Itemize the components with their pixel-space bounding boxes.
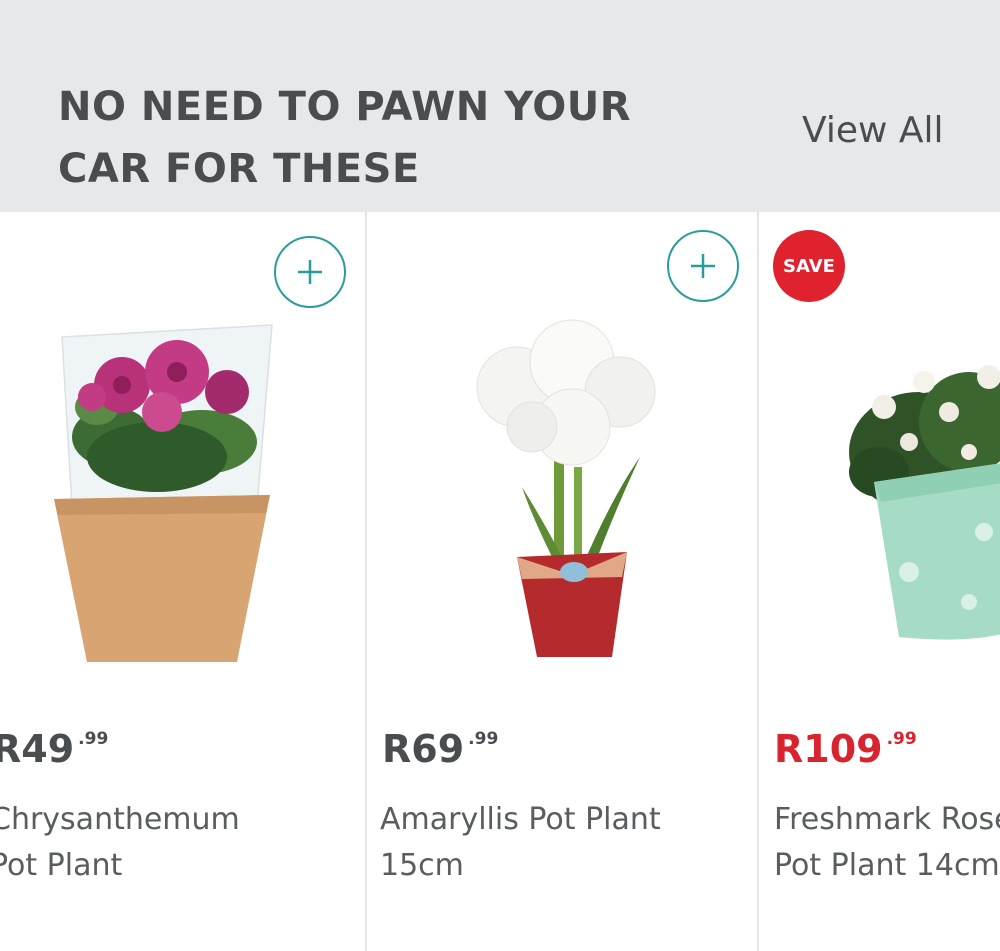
product-carousel[interactable]: R49.99 Chrysanthemum Pot Plant [0, 212, 1000, 951]
product-price: R109.99 [774, 727, 917, 771]
product-card-rose[interactable]: SAVE R109.99 Freshmark Rose Pot Plant 14… [757, 212, 1000, 951]
save-badge: SAVE [773, 230, 845, 302]
price-cents: .99 [78, 729, 109, 749]
section-title: NO NEED TO PAWN YOUR CAR FOR THESE [58, 84, 632, 192]
plus-icon [298, 260, 322, 284]
add-to-cart-button[interactable] [274, 236, 346, 308]
plus-icon [691, 254, 715, 278]
price-cents: .99 [886, 729, 917, 749]
product-price: R69.99 [382, 727, 498, 771]
product-name[interactable]: Freshmark Rose Pot Plant 14cm [774, 797, 1000, 889]
price-cents: .99 [468, 729, 499, 749]
product-name[interactable]: Amaryllis Pot Plant 15cm [380, 797, 710, 889]
price-main: R109 [774, 727, 883, 771]
section-header: NO NEED TO PAWN YOUR CAR FOR THESE View … [0, 0, 1000, 212]
add-to-cart-button[interactable] [667, 230, 739, 302]
product-price: R49.99 [0, 727, 108, 771]
price-main: R69 [382, 727, 465, 771]
chrysanthemum-image [54, 324, 273, 662]
product-card-chrysanthemum[interactable]: R49.99 Chrysanthemum Pot Plant [0, 212, 364, 951]
price-main: R49 [0, 727, 75, 771]
view-all-link[interactable]: View All [802, 110, 944, 151]
product-card-amaryllis[interactable]: R69.99 Amaryllis Pot Plant 15cm [365, 212, 757, 951]
amaryllis-image [476, 319, 656, 657]
rose-plant-image [849, 365, 1000, 640]
product-name[interactable]: Chrysanthemum Pot Plant [0, 797, 320, 889]
